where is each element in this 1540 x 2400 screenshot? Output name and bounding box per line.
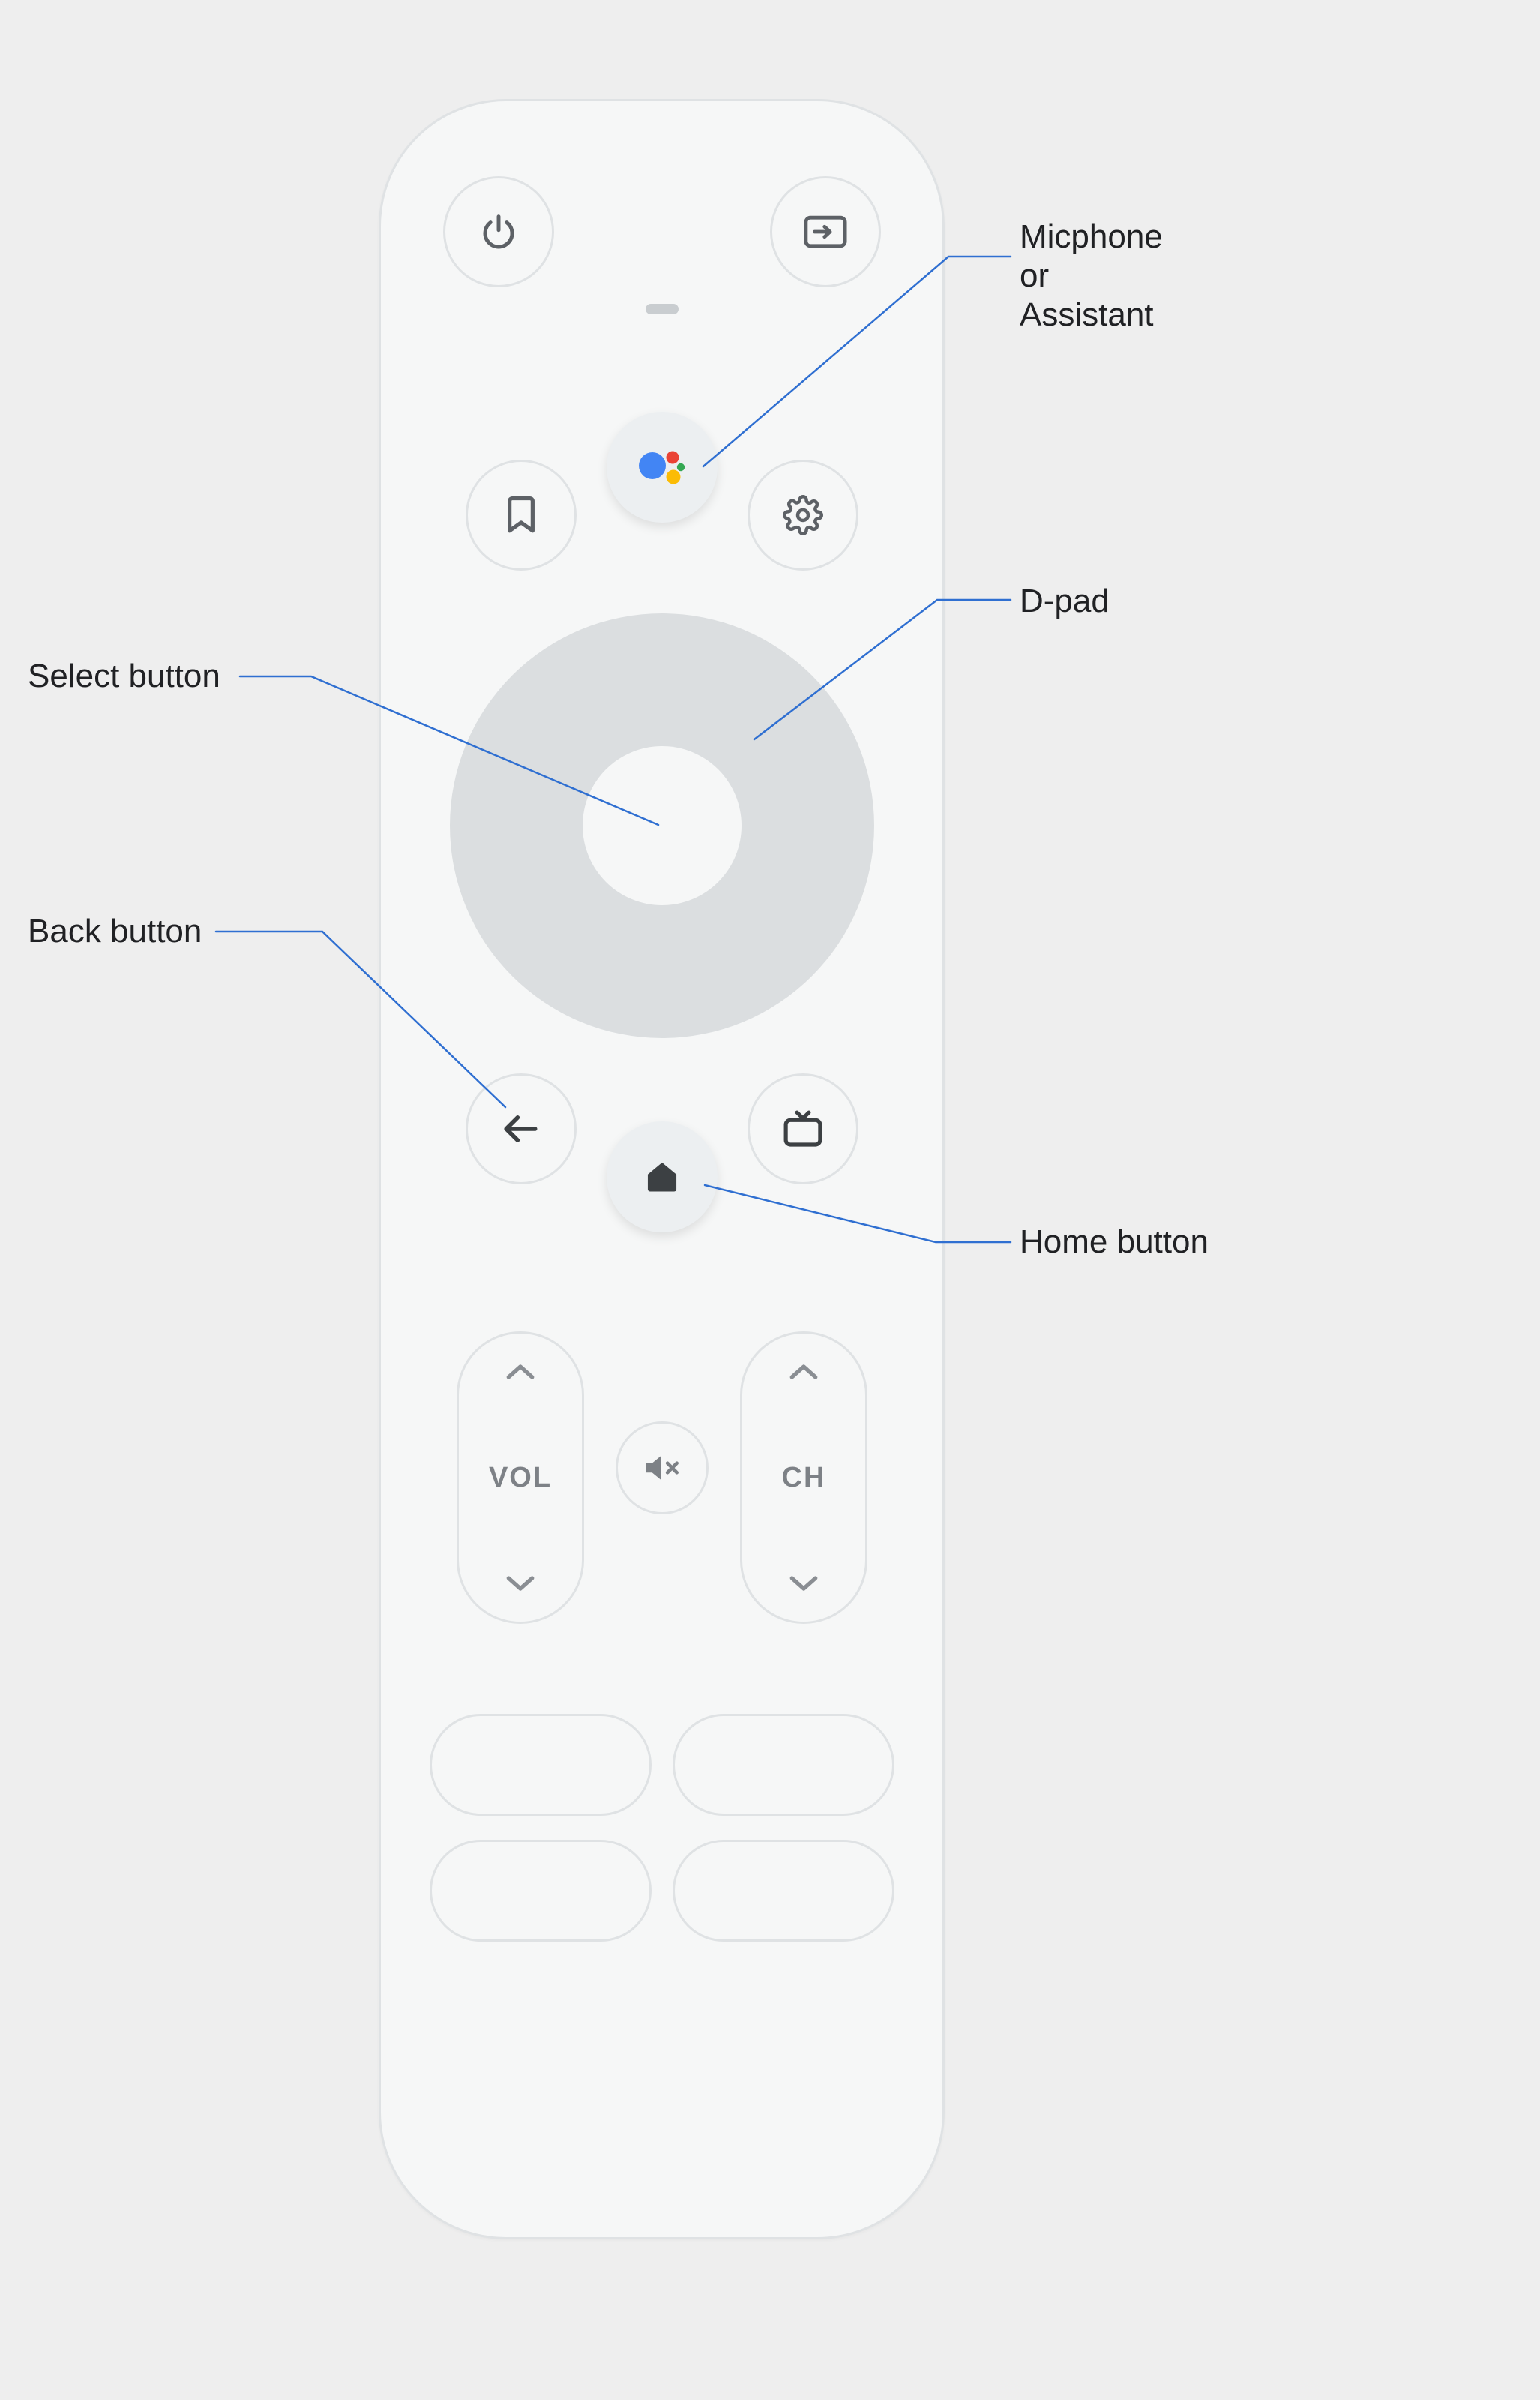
power-icon bbox=[478, 212, 519, 252]
callout-back: Back button bbox=[28, 912, 202, 951]
bookmark-button[interactable] bbox=[466, 460, 577, 571]
chevron-down-icon bbox=[788, 1574, 819, 1593]
remote-body: VOL CH bbox=[379, 99, 945, 2240]
chevron-down-icon bbox=[505, 1574, 536, 1593]
volume-label: VOL bbox=[489, 1462, 552, 1494]
bookmark-icon bbox=[506, 496, 536, 535]
callout-dpad: D-pad bbox=[1020, 582, 1110, 621]
channel-up-button[interactable] bbox=[742, 1362, 865, 1382]
callout-mic: Micphone or Assistant bbox=[1020, 218, 1163, 334]
channel-rocker: CH bbox=[740, 1331, 867, 1624]
volume-rocker: VOL bbox=[457, 1331, 584, 1624]
back-button[interactable] bbox=[466, 1073, 577, 1184]
volume-down-button[interactable] bbox=[459, 1574, 582, 1593]
callout-home: Home button bbox=[1020, 1222, 1209, 1262]
tv-button[interactable] bbox=[748, 1073, 858, 1184]
gear-icon bbox=[783, 495, 823, 536]
volume-mute-icon bbox=[643, 1452, 681, 1484]
input-button[interactable] bbox=[770, 176, 881, 287]
d-pad[interactable] bbox=[450, 614, 874, 1038]
provider-button-4[interactable] bbox=[673, 1840, 894, 1942]
home-icon bbox=[643, 1157, 682, 1196]
assistant-button[interactable] bbox=[607, 412, 718, 523]
provider-button-2[interactable] bbox=[673, 1714, 894, 1816]
volume-up-button[interactable] bbox=[459, 1362, 582, 1382]
provider-button-1[interactable] bbox=[430, 1714, 652, 1816]
channel-down-button[interactable] bbox=[742, 1574, 865, 1593]
home-button[interactable] bbox=[607, 1121, 718, 1232]
mic-indicator bbox=[646, 304, 679, 314]
chevron-up-icon bbox=[788, 1362, 819, 1382]
select-button[interactable] bbox=[583, 746, 742, 905]
chevron-up-icon bbox=[505, 1362, 536, 1382]
arrow-left-icon bbox=[500, 1108, 542, 1150]
mute-button[interactable] bbox=[616, 1421, 709, 1514]
power-button[interactable] bbox=[443, 176, 554, 287]
google-assistant-icon bbox=[636, 445, 688, 490]
provider-button-3[interactable] bbox=[430, 1840, 652, 1942]
callout-select: Select button bbox=[28, 657, 220, 696]
input-source-icon bbox=[804, 214, 847, 249]
tv-icon bbox=[782, 1108, 824, 1149]
settings-button[interactable] bbox=[748, 460, 858, 571]
channel-label: CH bbox=[782, 1462, 826, 1494]
